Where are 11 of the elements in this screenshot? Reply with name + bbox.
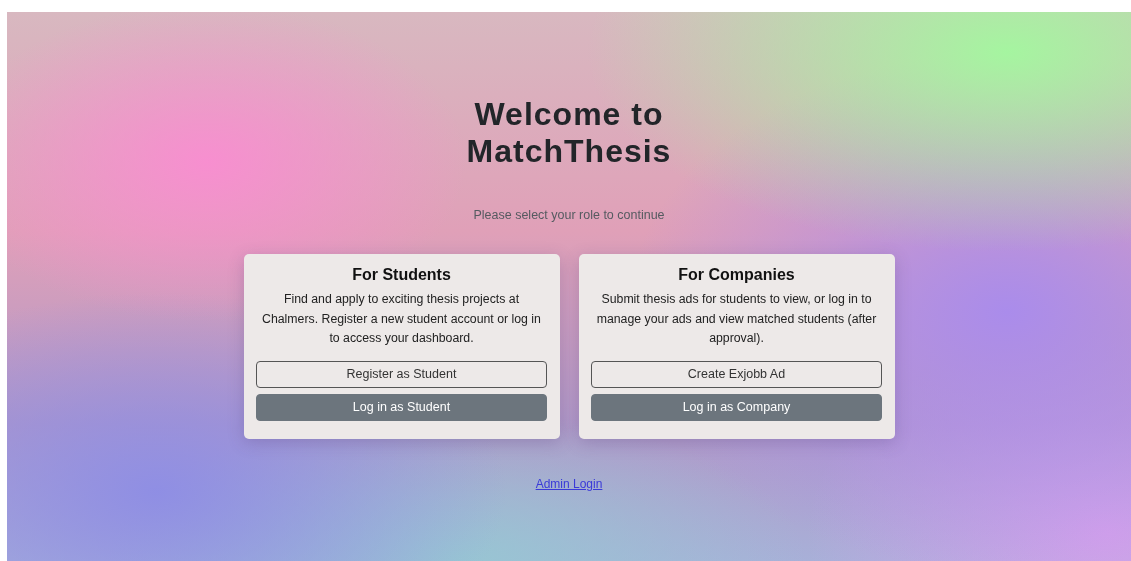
login-button[interactable]: Log in as Company xyxy=(591,393,882,421)
card-title: For Students xyxy=(352,266,451,284)
admin-login-link[interactable]: Admin Login xyxy=(535,477,603,491)
subtitle: Please select your role to continue xyxy=(473,208,665,222)
card-description: Find and apply to exciting thesis projects at Chalmers. Register a new student account or log in to access your dashboard. xyxy=(261,291,542,347)
login-button[interactable]: Log in as Student xyxy=(256,393,547,421)
card-description: Submit thesis ads for students to view, or log in to manage your ads and view matched students (after approval). xyxy=(595,291,878,347)
register-button[interactable]: Register as Student xyxy=(256,360,547,388)
page-title: Welcome to MatchThesis xyxy=(466,96,672,170)
card-title: For Companies xyxy=(678,266,795,284)
register-button[interactable]: Create Exjobb Ad xyxy=(591,360,882,388)
